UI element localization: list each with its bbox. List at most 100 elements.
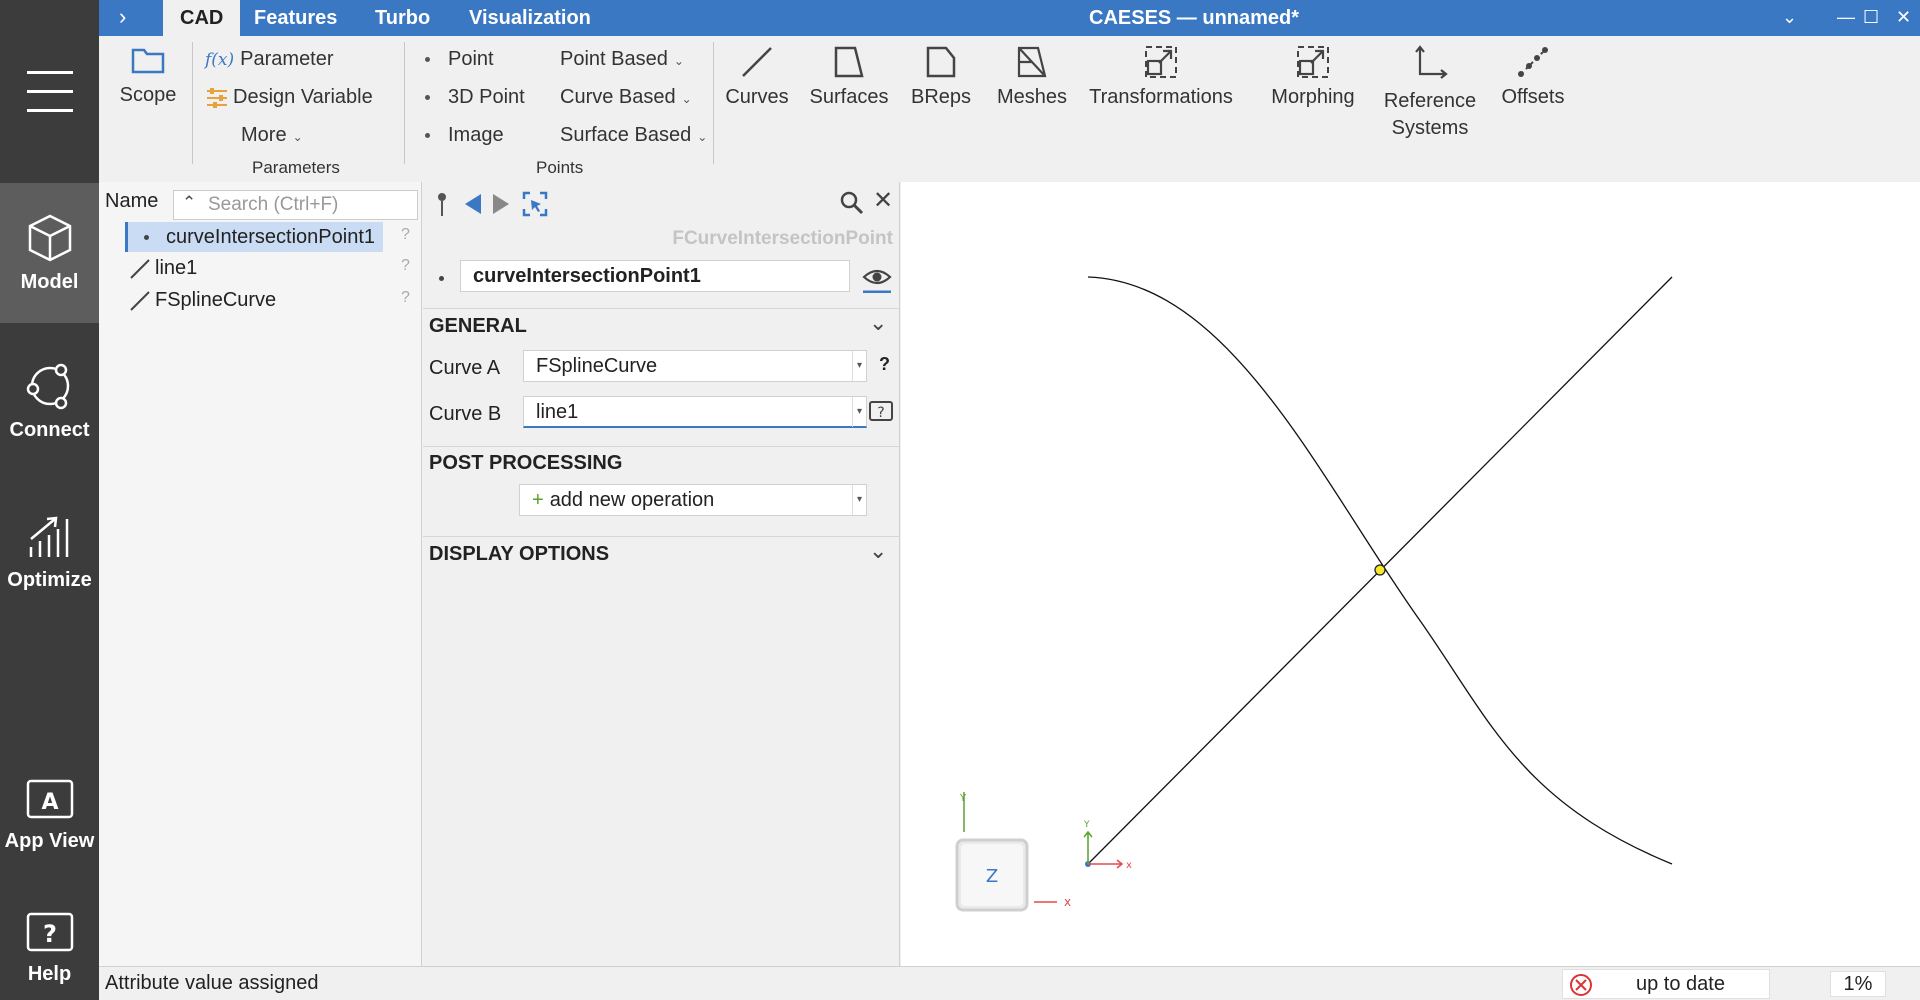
- chevron-down-icon[interactable]: ⌄: [869, 310, 887, 336]
- curve-icon: [742, 47, 772, 77]
- maximize-icon[interactable]: ☐: [1863, 0, 1879, 36]
- object-name-field[interactable]: curveIntersectionPoint1: [460, 260, 850, 292]
- 3d-point-button[interactable]: 3D Point: [425, 86, 525, 109]
- forward-arrow-icon[interactable]: [491, 192, 511, 216]
- section-post-processing[interactable]: POST PROCESSING: [429, 452, 622, 475]
- section-display-options[interactable]: DISPLAY OPTIONS: [429, 543, 609, 566]
- offsets-button[interactable]: Offsets: [1493, 44, 1573, 109]
- tree-item-help-icon[interactable]: ?: [401, 257, 410, 275]
- rail-item-label: Model: [20, 270, 79, 293]
- curve-icon: [130, 291, 150, 311]
- rail-item-label: App View: [4, 829, 95, 852]
- select-target-icon[interactable]: [521, 190, 549, 218]
- expand-chevron-icon[interactable]: ›: [119, 4, 126, 30]
- tree-item-fspline-curve[interactable]: FSplineCurve: [129, 285, 276, 315]
- curve-based-dropdown[interactable]: Curve Based ⌄: [560, 86, 692, 109]
- view-cube[interactable]: Z: [955, 838, 1029, 912]
- section-general[interactable]: GENERAL: [429, 315, 527, 338]
- rail-item-label: Help: [27, 962, 72, 985]
- point-button[interactable]: Point: [425, 48, 494, 71]
- back-arrow-icon[interactable]: [463, 192, 483, 216]
- divider: [423, 308, 900, 309]
- tab-features[interactable]: Features: [237, 0, 354, 36]
- fx-icon: f(x): [205, 50, 235, 70]
- ribbon-toolbar: Scope f(x) Parameter Design Variable More…: [99, 36, 1920, 182]
- point-based-dropdown[interactable]: Point Based ⌄: [560, 48, 684, 71]
- svg-text:?: ?: [43, 920, 57, 948]
- curve-a-select[interactable]: FSplineCurve ▾: [523, 350, 867, 382]
- surfaces-button[interactable]: Surfaces: [806, 44, 892, 109]
- design-variable-button[interactable]: Design Variable: [205, 86, 373, 109]
- small-axis-y-label: Y: [1083, 820, 1090, 830]
- view-cube-face-label: Z: [986, 866, 998, 887]
- update-status-box[interactable]: up to date: [1562, 969, 1770, 999]
- meshes-button[interactable]: Meshes: [992, 44, 1072, 109]
- visibility-eye-icon[interactable]: [861, 261, 893, 293]
- surface-icon: [834, 46, 864, 78]
- close-panel-icon[interactable]: ✕: [873, 186, 893, 215]
- group-label-points: Points: [536, 158, 584, 177]
- reference-systems-button[interactable]: Reference Systems: [1375, 44, 1485, 142]
- divider: [423, 446, 900, 447]
- status-message: Attribute value assigned: [105, 972, 319, 994]
- help-box-icon[interactable]: ?: [868, 400, 894, 424]
- morph-icon: [1297, 46, 1329, 78]
- viewport-canvas[interactable]: x Y Z Y x: [901, 182, 1920, 966]
- cube-icon: [28, 214, 71, 261]
- parameter-button[interactable]: f(x) Parameter: [205, 48, 334, 71]
- hamburger-icon: [26, 63, 73, 120]
- status-bar: Attribute value assigned up to date 1%: [99, 966, 1920, 1000]
- axis-x-label: x: [1064, 895, 1071, 909]
- curves-button[interactable]: Curves: [720, 44, 794, 109]
- tree-item-curve-intersection-point[interactable]: curveIntersectionPoint1: [125, 222, 384, 252]
- tree-name-header: Name: [105, 190, 159, 212]
- rail-item-help[interactable]: ? Help: [0, 878, 99, 1000]
- small-axis-x-label: x: [1126, 860, 1132, 871]
- rail-item-app-view[interactable]: A App View: [0, 745, 99, 885]
- chevron-down-icon: ⌄: [673, 54, 684, 68]
- close-window-icon[interactable]: ✕: [1896, 0, 1911, 36]
- point-icon: [144, 235, 149, 240]
- point-icon: [425, 57, 430, 63]
- tab-visualization[interactable]: Visualization: [452, 0, 608, 36]
- breps-button[interactable]: BReps: [904, 44, 978, 109]
- intersection-point[interactable]: [1374, 564, 1386, 576]
- chevron-down-icon[interactable]: ⌄: [869, 538, 887, 564]
- model-tree-panel: Name ⌃ Search (Ctrl+F) curveIntersection…: [99, 182, 422, 966]
- image-button[interactable]: Image: [425, 124, 504, 147]
- rail-item-model[interactable]: Model: [0, 183, 99, 323]
- morphing-button[interactable]: Morphing: [1265, 44, 1361, 109]
- mesh-icon: [1017, 46, 1047, 78]
- add-operation-select[interactable]: + add new operation ▾: [519, 484, 867, 516]
- tree-item-line1[interactable]: line1: [129, 253, 197, 283]
- chevron-down-icon: ⌄: [697, 130, 708, 144]
- 3d-viewport[interactable]: x Y Z Y x: [901, 182, 1920, 966]
- tree-item-help-icon[interactable]: ?: [401, 226, 410, 244]
- axes-icon: [1415, 45, 1448, 79]
- more-dropdown[interactable]: More ⌄: [241, 124, 303, 147]
- minimize-icon[interactable]: —: [1837, 0, 1855, 36]
- curve-b-label: Curve B: [429, 403, 502, 425]
- properties-panel: ✕ FCurveIntersectionPoint curveIntersect…: [423, 182, 900, 966]
- rail-item-optimize[interactable]: Optimize: [0, 481, 99, 621]
- pin-icon[interactable]: [435, 192, 449, 218]
- tree-item-help-icon[interactable]: ?: [401, 289, 410, 307]
- tab-cad[interactable]: CAD: [163, 0, 241, 36]
- rail-item-connect[interactable]: Connect: [0, 331, 99, 471]
- ribbon-separator: [713, 42, 714, 164]
- surface-based-dropdown[interactable]: Surface Based ⌄: [560, 124, 707, 147]
- hamburger-menu-button[interactable]: [0, 0, 99, 183]
- curve-b-select[interactable]: line1 ▾: [523, 396, 867, 428]
- transformations-button[interactable]: Transformations: [1086, 44, 1236, 109]
- scope-button[interactable]: Scope: [113, 46, 183, 107]
- tree-search-input[interactable]: ⌃ Search (Ctrl+F): [173, 190, 418, 220]
- chevron-up-icon[interactable]: ⌃: [182, 193, 196, 213]
- chevron-down-icon: ▾: [852, 351, 866, 381]
- help-icon[interactable]: ?: [879, 354, 890, 375]
- help-icon: ?: [26, 912, 73, 951]
- object-type-label: FCurveIntersectionPoint: [672, 228, 893, 249]
- error-circle-icon: [1570, 974, 1592, 996]
- chevron-down-icon[interactable]: ⌄: [1782, 0, 1797, 36]
- tab-turbo[interactable]: Turbo: [358, 0, 447, 36]
- search-icon[interactable]: [839, 190, 865, 216]
